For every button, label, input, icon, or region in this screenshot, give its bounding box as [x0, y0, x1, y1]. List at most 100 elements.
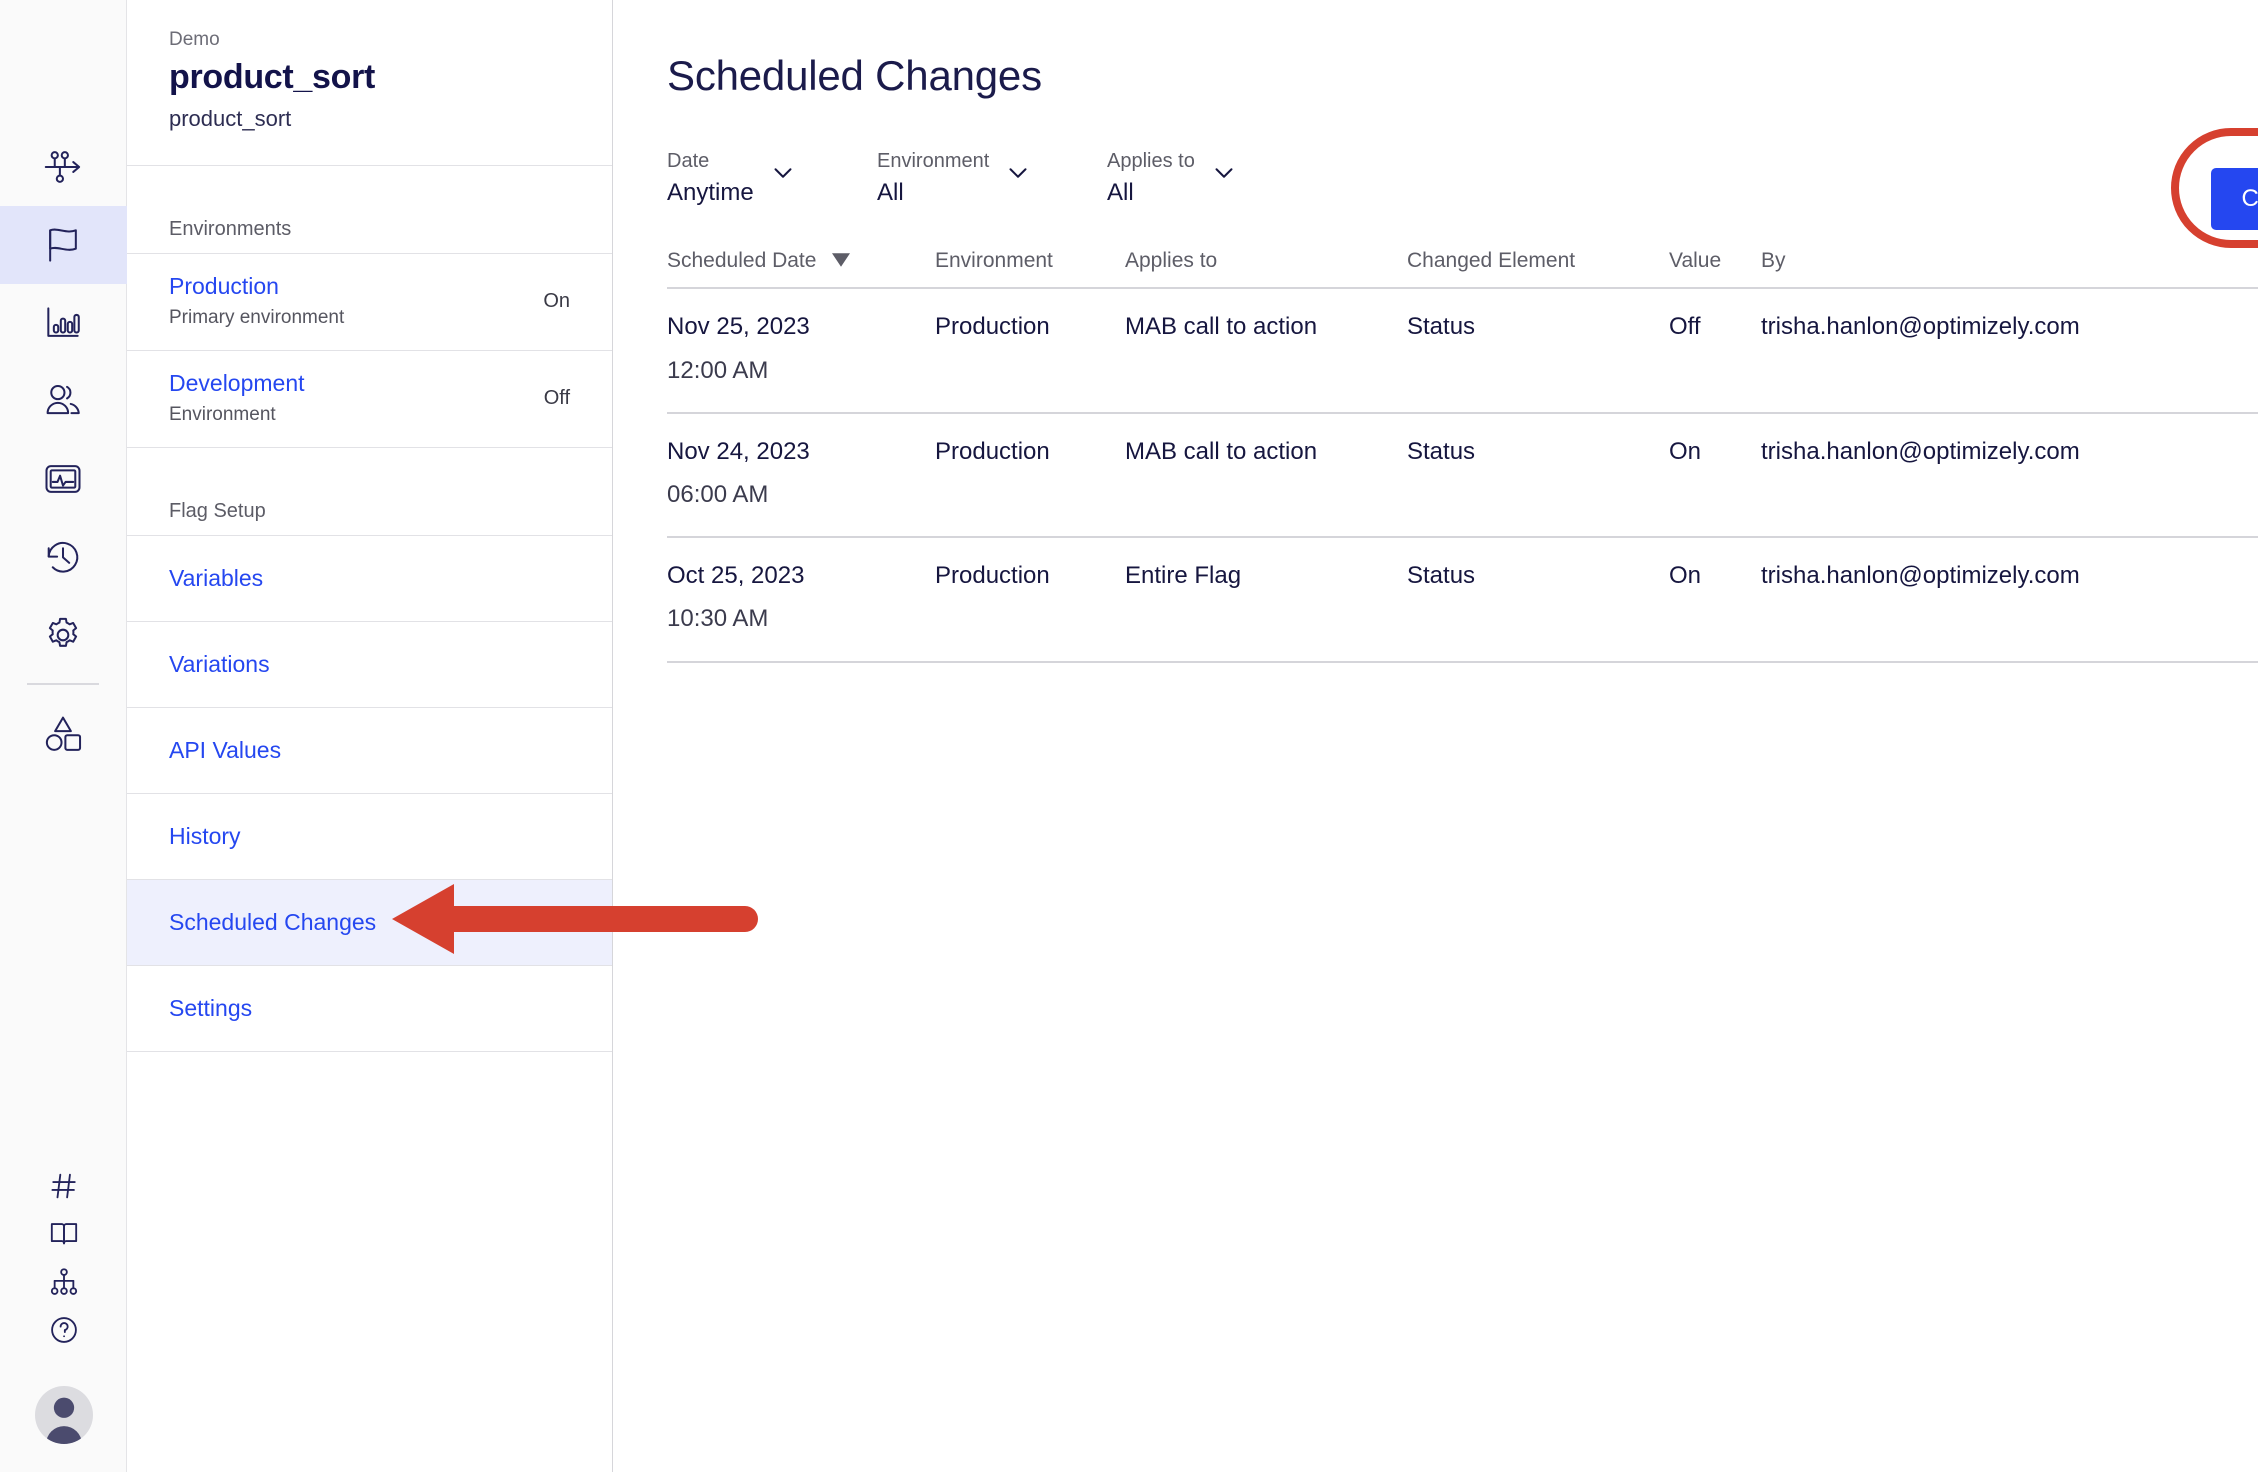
- cell-scheduled-date: Oct 25, 2023 10:30 AM: [667, 560, 935, 634]
- flag-title: product_sort: [169, 57, 376, 96]
- table-row[interactable]: Nov 25, 2023 12:00 AM Production MAB cal…: [667, 289, 2258, 414]
- environment-name[interactable]: Development: [169, 367, 305, 400]
- sidebar-item-history[interactable]: History: [127, 794, 612, 881]
- scheduled-changes-table: Scheduled Date Environment Applies to Ch…: [667, 249, 2258, 663]
- rail-item-hash[interactable]: [0, 1164, 127, 1212]
- sitemap-icon: [47, 1265, 81, 1304]
- project-name: Demo: [169, 29, 220, 50]
- flag-header: Demo product_sort product_sort: [127, 0, 612, 167]
- cell-applies-to: MAB call to action: [1125, 437, 1318, 465]
- primary-nav-rail: [0, 0, 127, 1472]
- column-header-value[interactable]: Value: [1669, 249, 1761, 273]
- avatar[interactable]: [34, 1386, 93, 1444]
- filter-applies-to-texts: Applies to All: [1107, 148, 1195, 209]
- rail-item-reports[interactable]: [0, 284, 127, 362]
- column-header-by[interactable]: By: [1761, 249, 2258, 273]
- rail-item-experiments[interactable]: [0, 128, 127, 206]
- sidebar-empty-space: [127, 1052, 612, 1472]
- gear-icon: [41, 613, 85, 657]
- environment-row-production[interactable]: Production Primary environment On: [127, 254, 612, 352]
- sidebar-item-api-values[interactable]: API Values: [127, 708, 612, 795]
- scheduled-date: Nov 24, 2023: [667, 437, 810, 465]
- column-header-applies-to[interactable]: Applies to: [1125, 249, 1407, 273]
- filter-environment-value: All: [877, 179, 904, 206]
- create-new-scheduled-change-button[interactable]: Create New Scheduled Change...: [2211, 168, 2258, 230]
- filter-date-label: Date: [667, 150, 710, 172]
- column-header-scheduled-date[interactable]: Scheduled Date: [667, 249, 935, 273]
- table-header-row: Scheduled Date Environment Applies to Ch…: [667, 249, 2258, 290]
- cell-changed-element: Status: [1407, 313, 1476, 341]
- table-row[interactable]: Oct 25, 2023 10:30 AM Production Entire …: [667, 538, 2258, 663]
- filter-bar: Date Anytime Environment All Applies to …: [613, 100, 2258, 209]
- cell-scheduled-date: Nov 24, 2023 06:00 AM: [667, 436, 935, 510]
- page-title: Scheduled Changes: [667, 52, 1042, 99]
- user-avatar-icon: [45, 1397, 82, 1444]
- column-header-changed-element[interactable]: Changed Element: [1407, 249, 1669, 273]
- scheduled-time: 12:00 AM: [667, 356, 769, 384]
- filter-environment[interactable]: Environment All: [877, 148, 1085, 209]
- cell-value: On: [1669, 562, 1702, 590]
- environment-texts: Development Environment: [169, 367, 305, 429]
- environment-status: On: [543, 289, 570, 312]
- rail-item-help[interactable]: [0, 1308, 127, 1356]
- rail-item-flags[interactable]: [0, 206, 127, 284]
- scheduled-date: Oct 25, 2023: [667, 562, 805, 590]
- rail-item-settings[interactable]: [0, 596, 127, 674]
- cell-by: trisha.hanlon@optimizely.com: [1761, 313, 2080, 341]
- chevron-down-icon[interactable]: [1209, 158, 1239, 188]
- app-window: Demo product_sort product_sort Environme…: [0, 0, 2258, 1472]
- filter-environment-texts: Environment All: [877, 148, 989, 209]
- flag-sidebar: Demo product_sort product_sort Environme…: [127, 0, 613, 1472]
- environment-status: Off: [543, 386, 570, 409]
- chevron-down-icon[interactable]: [768, 158, 798, 188]
- rail-item-audiences[interactable]: [0, 362, 127, 440]
- rail-item-docs[interactable]: [0, 1212, 127, 1260]
- sidebar-item-variables[interactable]: Variables: [127, 536, 612, 623]
- rail-item-sitemap[interactable]: [0, 1260, 127, 1308]
- column-header-environment[interactable]: Environment: [935, 249, 1125, 273]
- filter-date-value: Anytime: [667, 179, 754, 206]
- sidebar-item-variations[interactable]: Variations: [127, 622, 612, 709]
- rail-bottom-group: [0, 1164, 127, 1444]
- activity-monitor-icon: [41, 457, 85, 501]
- chevron-down-icon[interactable]: [1003, 158, 1033, 188]
- filter-applies-to-label: Applies to: [1107, 150, 1195, 172]
- table-row[interactable]: Nov 24, 2023 06:00 AM Production MAB cal…: [667, 414, 2258, 539]
- book-icon: [47, 1217, 81, 1256]
- rail-item-catalog[interactable]: [0, 694, 127, 772]
- environment-row-development[interactable]: Development Environment Off: [127, 351, 612, 449]
- environment-description: Primary environment: [169, 306, 345, 328]
- cell-changed-element: Status: [1407, 562, 1476, 590]
- scheduled-date: Nov 25, 2023: [667, 313, 810, 341]
- sidebar-item-settings[interactable]: Settings: [127, 966, 612, 1053]
- filter-applies-to-value: All: [1107, 179, 1134, 206]
- cell-scheduled-date: Nov 25, 2023 12:00 AM: [667, 311, 935, 385]
- rail-item-history[interactable]: [0, 518, 127, 596]
- environments-section-label: Environments: [127, 166, 612, 255]
- cell-environment: Production: [935, 437, 1050, 465]
- shapes-icon: [41, 711, 85, 755]
- environment-texts: Production Primary environment: [169, 270, 344, 332]
- cell-value: On: [1669, 437, 1702, 465]
- rail-item-events[interactable]: [0, 440, 127, 518]
- flag-setup-section-label: Flag Setup: [127, 448, 612, 537]
- users-icon: [41, 379, 85, 423]
- cell-changed-element: Status: [1407, 437, 1476, 465]
- cell-applies-to: Entire Flag: [1125, 562, 1242, 590]
- column-header-label: Scheduled Date: [667, 249, 817, 273]
- filter-applies-to[interactable]: Applies to All: [1107, 148, 1287, 209]
- help-circle-icon: [47, 1313, 81, 1352]
- sidebar-item-scheduled-changes[interactable]: Scheduled Changes: [127, 880, 612, 967]
- cell-applies-to: MAB call to action: [1125, 313, 1318, 341]
- scheduled-time: 06:00 AM: [667, 480, 769, 508]
- cell-environment: Production: [935, 313, 1050, 341]
- rail-top-group: [0, 128, 127, 772]
- sort-descending-icon[interactable]: [832, 249, 851, 272]
- cell-value: Off: [1669, 313, 1701, 341]
- environment-name[interactable]: Production: [169, 270, 344, 303]
- rail-divider: [27, 683, 99, 685]
- filter-date[interactable]: Date Anytime: [667, 148, 855, 209]
- filter-environment-label: Environment: [877, 150, 990, 172]
- history-clock-icon: [41, 535, 85, 579]
- hash-icon: [47, 1169, 81, 1208]
